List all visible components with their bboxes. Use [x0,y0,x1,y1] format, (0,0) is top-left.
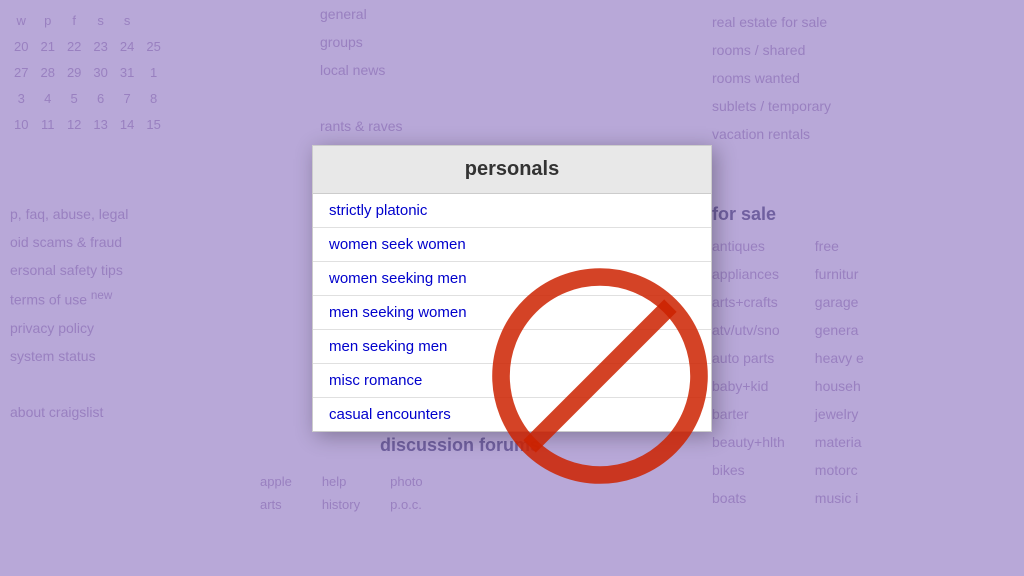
personals-item-casual-encounters[interactable]: casual encounters [313,398,711,431]
modal-title: personals [313,146,711,194]
personals-modal: personals strictly platonic women seek w… [312,145,712,432]
personals-item-men-seeking-women[interactable]: men seeking women [313,296,711,330]
personals-item-women-seeking-men[interactable]: women seeking men [313,262,711,296]
modal-overlay: personals strictly platonic women seek w… [0,0,1024,576]
modal-body: strictly platonic women seek women women… [313,194,711,431]
personals-item-women-seek-women[interactable]: women seek women [313,228,711,262]
personals-item-misc-romance[interactable]: misc romance [313,364,711,398]
personals-item-strictly-platonic[interactable]: strictly platonic [313,194,711,228]
personals-item-men-seeking-men[interactable]: men seeking men [313,330,711,364]
